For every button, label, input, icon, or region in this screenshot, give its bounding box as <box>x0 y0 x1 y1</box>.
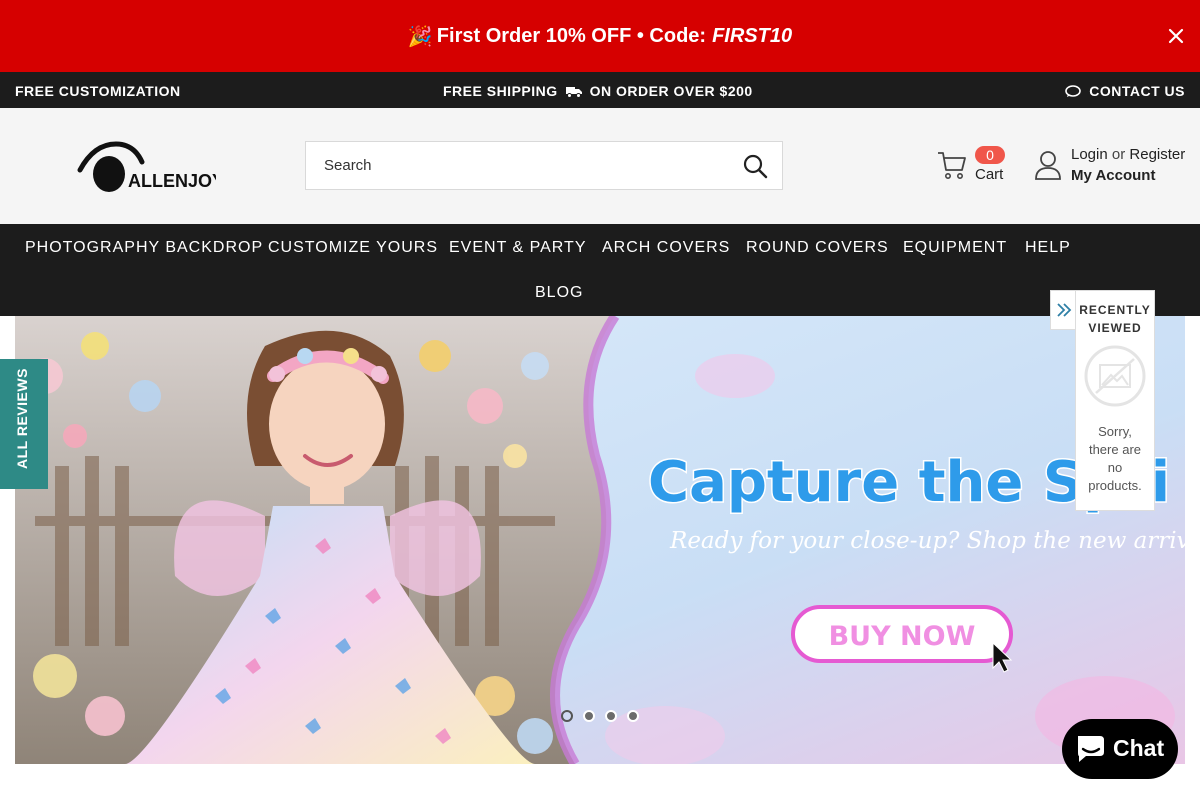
recently-viewed-title: RECENTLY VIEWED <box>1076 301 1154 337</box>
search-icon[interactable] <box>742 153 768 179</box>
double-chevron-right-icon <box>1057 303 1072 317</box>
promo-bar: 🎉 First Order 10% OFF • Code: FIRST10 <box>0 0 1200 72</box>
chat-button[interactable]: Chat <box>1062 719 1178 779</box>
recently-viewed-toggle[interactable] <box>1050 290 1076 330</box>
hero-banner[interactable]: Capture the Spri Ready for your close-up… <box>15 316 1185 764</box>
recently-viewed-empty-message: Sorry, there are no products. <box>1076 423 1154 495</box>
slide-dot-3[interactable] <box>605 710 617 722</box>
rv-title-line1: RECENTLY <box>1079 303 1151 317</box>
free-shipping-label: FREE SHIPPING <box>443 83 558 99</box>
cart-icon <box>938 152 966 179</box>
hero-artwork: Capture the Spri Ready for your close-up… <box>15 316 1185 764</box>
hero-subline: Ready for your close-up? Shop the new ar… <box>669 528 1185 554</box>
all-reviews-label: ALL REVIEWS <box>14 368 30 469</box>
cart-button[interactable]: 0 Cart <box>937 146 1009 190</box>
utility-bar: FREE CUSTOMIZATION FREE SHIPPING ON ORDE… <box>0 72 1200 108</box>
party-emoji: 🎉 <box>407 25 433 48</box>
chat-label: Chat <box>1113 735 1165 761</box>
search-box <box>305 141 783 190</box>
nav-item-help[interactable]: HELP <box>1025 239 1071 257</box>
nav-item-arch-covers[interactable]: ARCH COVERS <box>602 239 730 257</box>
slider-dots <box>561 710 639 722</box>
no-image-icon <box>1084 345 1146 407</box>
nav-item-customize-yours[interactable]: CUSTOMIZE YOURS <box>268 239 438 257</box>
truck-icon <box>565 86 582 98</box>
free-shipping-notice: FREE SHIPPING ON ORDER OVER $200 <box>443 83 753 99</box>
promo-code: FIRST10 <box>712 24 793 47</box>
rv-empty-line1: Sorry, <box>1098 424 1132 439</box>
rv-empty-line3: no <box>1107 460 1123 475</box>
nav-item-blog[interactable]: BLOG <box>535 284 583 302</box>
site-header: ALLENJOY 0 Cart Login or Register My Acc… <box>0 108 1200 224</box>
cart-count-badge: 0 <box>975 146 1005 164</box>
contact-us-link[interactable]: CONTACT US <box>1065 83 1185 99</box>
login-register-line: Login or Register <box>1071 146 1185 163</box>
recently-viewed-panel: RECENTLY VIEWED Sorry, there are no prod… <box>1075 290 1155 511</box>
nav-item-round-covers[interactable]: ROUND COVERS <box>746 239 889 257</box>
close-icon[interactable] <box>1164 24 1188 48</box>
cart-label: Cart <box>975 166 1004 183</box>
user-icon[interactable] <box>1034 150 1062 180</box>
nav-item-equipment[interactable]: EQUIPMENT <box>903 239 1007 257</box>
chat-bubble-icon <box>1065 84 1082 97</box>
all-reviews-tab[interactable]: ALL REVIEWS <box>0 359 48 489</box>
rv-empty-line2: there are <box>1088 442 1142 457</box>
my-account-link[interactable]: My Account <box>1071 167 1155 184</box>
main-nav: PHOTOGRAPHY BACKDROP CUSTOMIZE YOURS EVE… <box>0 224 1200 316</box>
slide-dot-1[interactable] <box>561 710 573 722</box>
rv-empty-line4: products. <box>1088 478 1142 493</box>
account-area: Login or Register My Account <box>1034 146 1194 190</box>
nav-item-event-party[interactable]: EVENT & PARTY <box>449 239 586 257</box>
rv-title-line2: VIEWED <box>1088 321 1142 335</box>
search-input[interactable] <box>306 142 726 189</box>
chat-icon <box>1078 736 1104 762</box>
register-link[interactable]: Register <box>1129 146 1185 163</box>
logo-text: ALLENJOY <box>128 171 216 191</box>
allenjoy-logo[interactable]: ALLENJOY <box>76 140 216 192</box>
buy-now-text: BUY NOW <box>829 621 976 652</box>
contact-us-label: CONTACT US <box>1089 83 1185 99</box>
order-threshold-label: ON ORDER OVER $200 <box>589 83 753 99</box>
login-link[interactable]: Login <box>1071 146 1108 163</box>
nav-item-photography-backdrop[interactable]: PHOTOGRAPHY BACKDROP <box>25 239 263 257</box>
slide-dot-4[interactable] <box>627 710 639 722</box>
free-customization-link[interactable]: FREE CUSTOMIZATION <box>15 83 181 99</box>
or-text: or <box>1111 146 1126 163</box>
slide-dot-2[interactable] <box>583 710 595 722</box>
promo-text: First Order 10% OFF • Code: <box>436 24 707 47</box>
